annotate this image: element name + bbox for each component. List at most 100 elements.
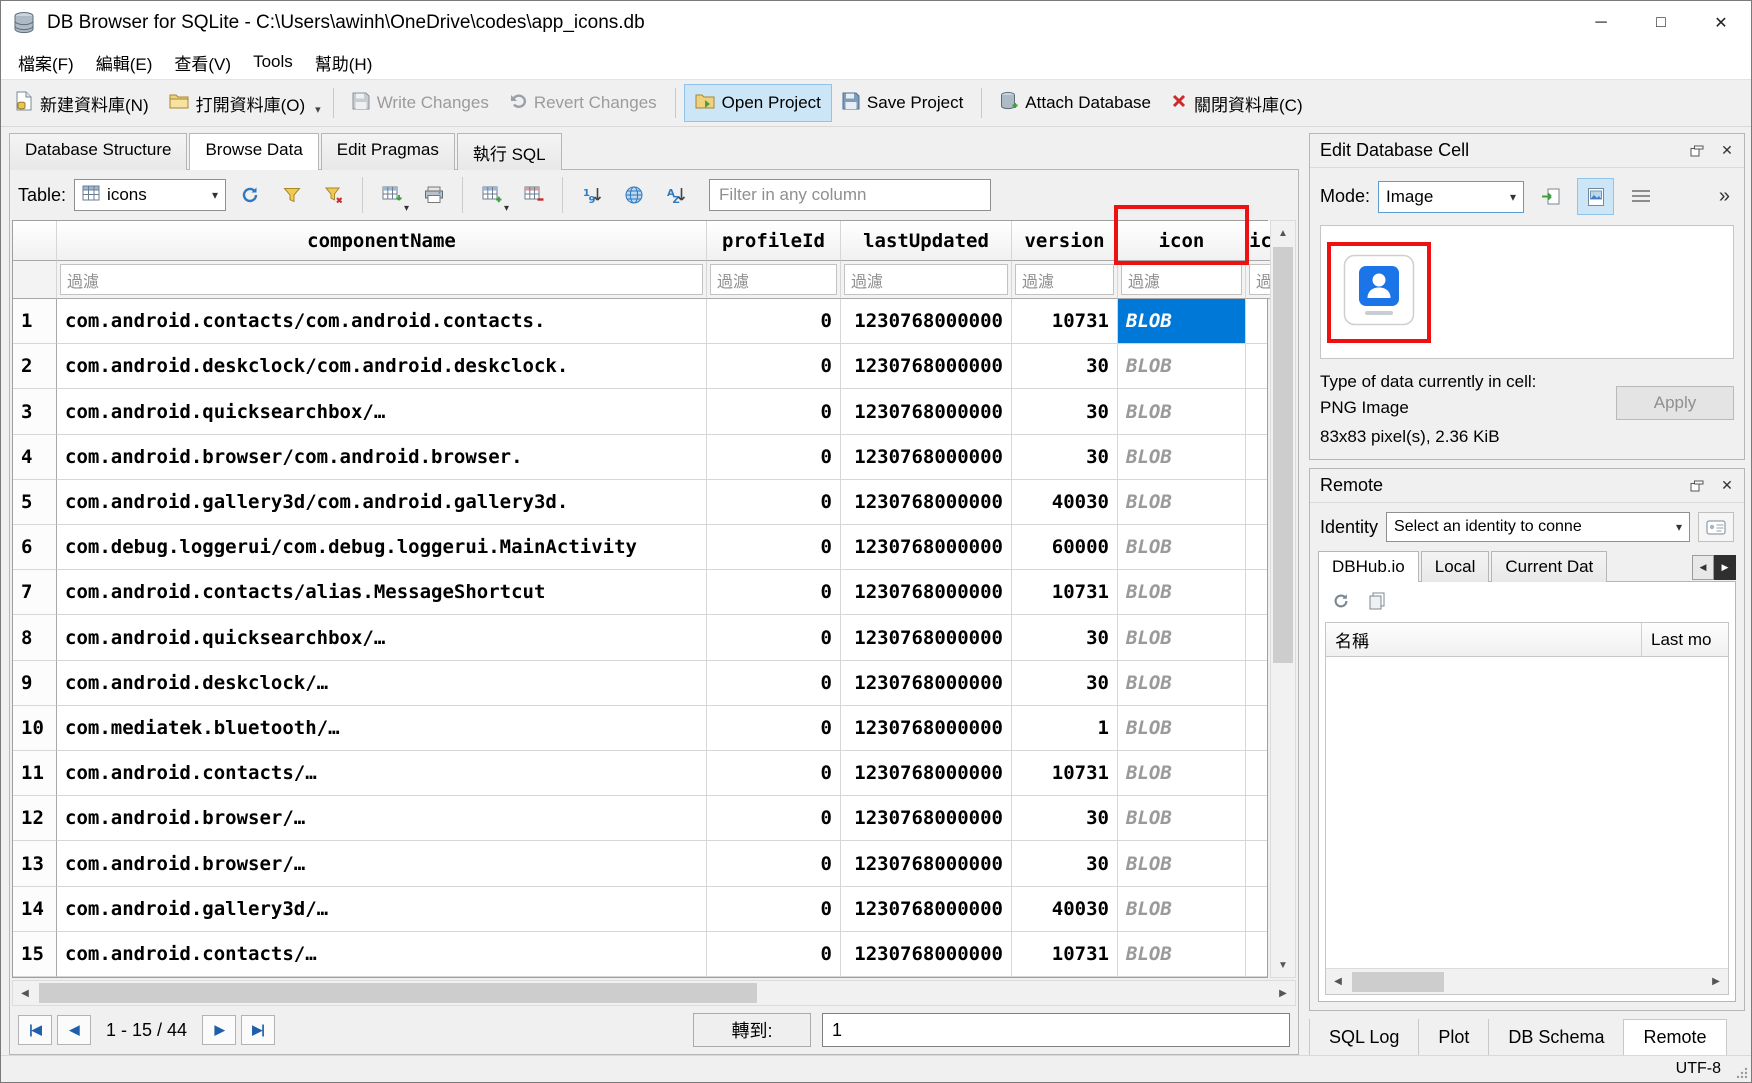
delete-record-button[interactable] (515, 177, 552, 214)
cell-icon[interactable]: BLOB (1118, 751, 1246, 796)
vertical-scroll-thumb[interactable] (1273, 247, 1293, 663)
text-view-button[interactable] (1622, 178, 1659, 215)
row-number[interactable]: 4 (13, 435, 57, 480)
horizontal-scroll-thumb[interactable] (39, 983, 757, 1003)
cell-lastUpdated[interactable]: 1230768000000 (841, 841, 1012, 886)
cell-componentName[interactable]: com.android.gallery3d/com.android.galler… (57, 480, 707, 525)
cell-icon[interactable]: BLOB (1118, 299, 1246, 344)
cell-icon2[interactable] (1246, 525, 1267, 570)
cell-componentName[interactable]: com.android.browser/… (57, 841, 707, 886)
column-header-lastUpdated[interactable]: lastUpdated (841, 221, 1012, 261)
cell-profileId[interactable]: 0 (707, 525, 841, 570)
cell-icon[interactable]: BLOB (1118, 435, 1246, 480)
cell-icon2[interactable] (1246, 615, 1267, 660)
cell-componentName[interactable]: com.android.quicksearchbox/… (57, 389, 707, 434)
filter-input-icon[interactable]: 過濾 (1121, 264, 1242, 295)
cell-icon[interactable]: BLOB (1118, 661, 1246, 706)
cell-lastUpdated[interactable]: 1230768000000 (841, 435, 1012, 480)
row-number[interactable]: 15 (13, 932, 57, 977)
filter-input-componentName[interactable]: 過濾 (60, 264, 703, 295)
cell-icon2[interactable] (1246, 841, 1267, 886)
encoding-button[interactable] (615, 177, 652, 214)
row-number[interactable]: 8 (13, 615, 57, 660)
sort-alpha-button[interactable]: AZ (657, 177, 694, 214)
cell-icon2[interactable] (1246, 796, 1267, 841)
last-record-button[interactable]: ▶| (241, 1015, 275, 1045)
cell-icon[interactable]: BLOB (1118, 344, 1246, 389)
cell-profileId[interactable]: 0 (707, 841, 841, 886)
cell-lastUpdated[interactable]: 1230768000000 (841, 796, 1012, 841)
table-format-button[interactable]: ▾ (373, 177, 410, 214)
cell-profileId[interactable]: 0 (707, 887, 841, 932)
cell-version[interactable]: 30 (1012, 661, 1118, 706)
menu-view[interactable]: 查看(V) (163, 46, 242, 79)
cell-componentName[interactable]: com.android.browser/com.android.browser. (57, 435, 707, 480)
cell-lastUpdated[interactable]: 1230768000000 (841, 706, 1012, 751)
cell-icon[interactable]: BLOB (1118, 525, 1246, 570)
mode-select[interactable]: Image ▾ (1378, 181, 1524, 213)
column-header-version[interactable]: version (1012, 221, 1118, 261)
cell-lastUpdated[interactable]: 1230768000000 (841, 661, 1012, 706)
tabs-scroll-left-icon[interactable]: ◀ (1692, 555, 1714, 580)
row-number[interactable]: 14 (13, 887, 57, 932)
cell-componentName[interactable]: com.android.contacts/… (57, 751, 707, 796)
remote-column-last-modified[interactable]: Last mo (1642, 623, 1728, 656)
cell-componentName[interactable]: com.mediatek.bluetooth/… (57, 706, 707, 751)
menu-file[interactable]: 檔案(F) (7, 46, 85, 79)
minimize-icon[interactable]: ─ (1571, 1, 1631, 45)
cell-profileId[interactable]: 0 (707, 299, 841, 344)
cell-profileId[interactable]: 0 (707, 751, 841, 796)
scroll-up-icon[interactable]: ▲ (1271, 221, 1295, 245)
maximize-icon[interactable]: □ (1631, 1, 1691, 45)
new-record-button[interactable]: ▾ (473, 177, 510, 214)
row-number[interactable]: 5 (13, 480, 57, 525)
goto-button[interactable]: 轉到: (693, 1013, 811, 1047)
cell-lastUpdated[interactable]: 1230768000000 (841, 480, 1012, 525)
row-number[interactable]: 1 (13, 299, 57, 344)
cell-componentName[interactable]: com.android.deskclock/… (57, 661, 707, 706)
previous-record-button[interactable]: ◀ (57, 1015, 91, 1045)
cell-icon[interactable]: BLOB (1118, 887, 1246, 932)
cell-icon2[interactable] (1246, 389, 1267, 434)
cell-version[interactable]: 30 (1012, 796, 1118, 841)
remote-horizontal-scrollbar[interactable]: ◀ ▶ (1326, 968, 1728, 994)
cell-lastUpdated[interactable]: 1230768000000 (841, 525, 1012, 570)
encoding-indicator[interactable]: UTF-8 (1676, 1060, 1721, 1078)
next-record-button[interactable]: ▶ (202, 1015, 236, 1045)
remote-refresh-icon[interactable] (1329, 589, 1353, 613)
cell-componentName[interactable]: com.android.browser/… (57, 796, 707, 841)
tab-database-structure[interactable]: Database Structure (9, 133, 187, 170)
tab-sql-log[interactable]: SQL Log (1309, 1019, 1419, 1055)
row-number[interactable]: 10 (13, 706, 57, 751)
cell-componentName[interactable]: com.android.contacts/… (57, 932, 707, 977)
refresh-button[interactable] (231, 177, 268, 214)
cell-version[interactable]: 10731 (1012, 932, 1118, 977)
cell-componentName[interactable]: com.android.gallery3d/… (57, 887, 707, 932)
cell-profileId[interactable]: 0 (707, 435, 841, 480)
cell-profileId[interactable]: 0 (707, 932, 841, 977)
close-database-button[interactable]: 關閉資料庫(C) (1161, 84, 1313, 122)
column-header-profileId[interactable]: profileId (707, 221, 841, 261)
row-number[interactable]: 7 (13, 570, 57, 615)
column-header-componentName[interactable]: componentName (57, 221, 707, 261)
new-database-button[interactable]: 新建資料庫(N) (5, 84, 159, 122)
tab-local[interactable]: Local (1421, 551, 1490, 582)
cell-version[interactable]: 10731 (1012, 751, 1118, 796)
remote-scroll-left-icon[interactable]: ◀ (1326, 969, 1350, 994)
row-number[interactable]: 2 (13, 344, 57, 389)
cell-icon2[interactable] (1246, 344, 1267, 389)
row-number[interactable]: 12 (13, 796, 57, 841)
open-database-dropdown-icon[interactable]: ▾ (315, 103, 325, 122)
cell-icon2[interactable] (1246, 932, 1267, 977)
cell-version[interactable]: 30 (1012, 615, 1118, 660)
cell-icon2[interactable] (1246, 751, 1267, 796)
row-number[interactable]: 9 (13, 661, 57, 706)
cell-componentName[interactable]: com.android.quicksearchbox/… (57, 615, 707, 660)
apply-button[interactable]: Apply (1616, 386, 1734, 420)
clear-filters-button[interactable] (273, 177, 310, 214)
cell-lastUpdated[interactable]: 1230768000000 (841, 344, 1012, 389)
row-number[interactable]: 13 (13, 841, 57, 886)
cell-icon2[interactable] (1246, 480, 1267, 525)
revert-changes-button[interactable]: Revert Changes (499, 84, 667, 122)
cell-version[interactable]: 60000 (1012, 525, 1118, 570)
